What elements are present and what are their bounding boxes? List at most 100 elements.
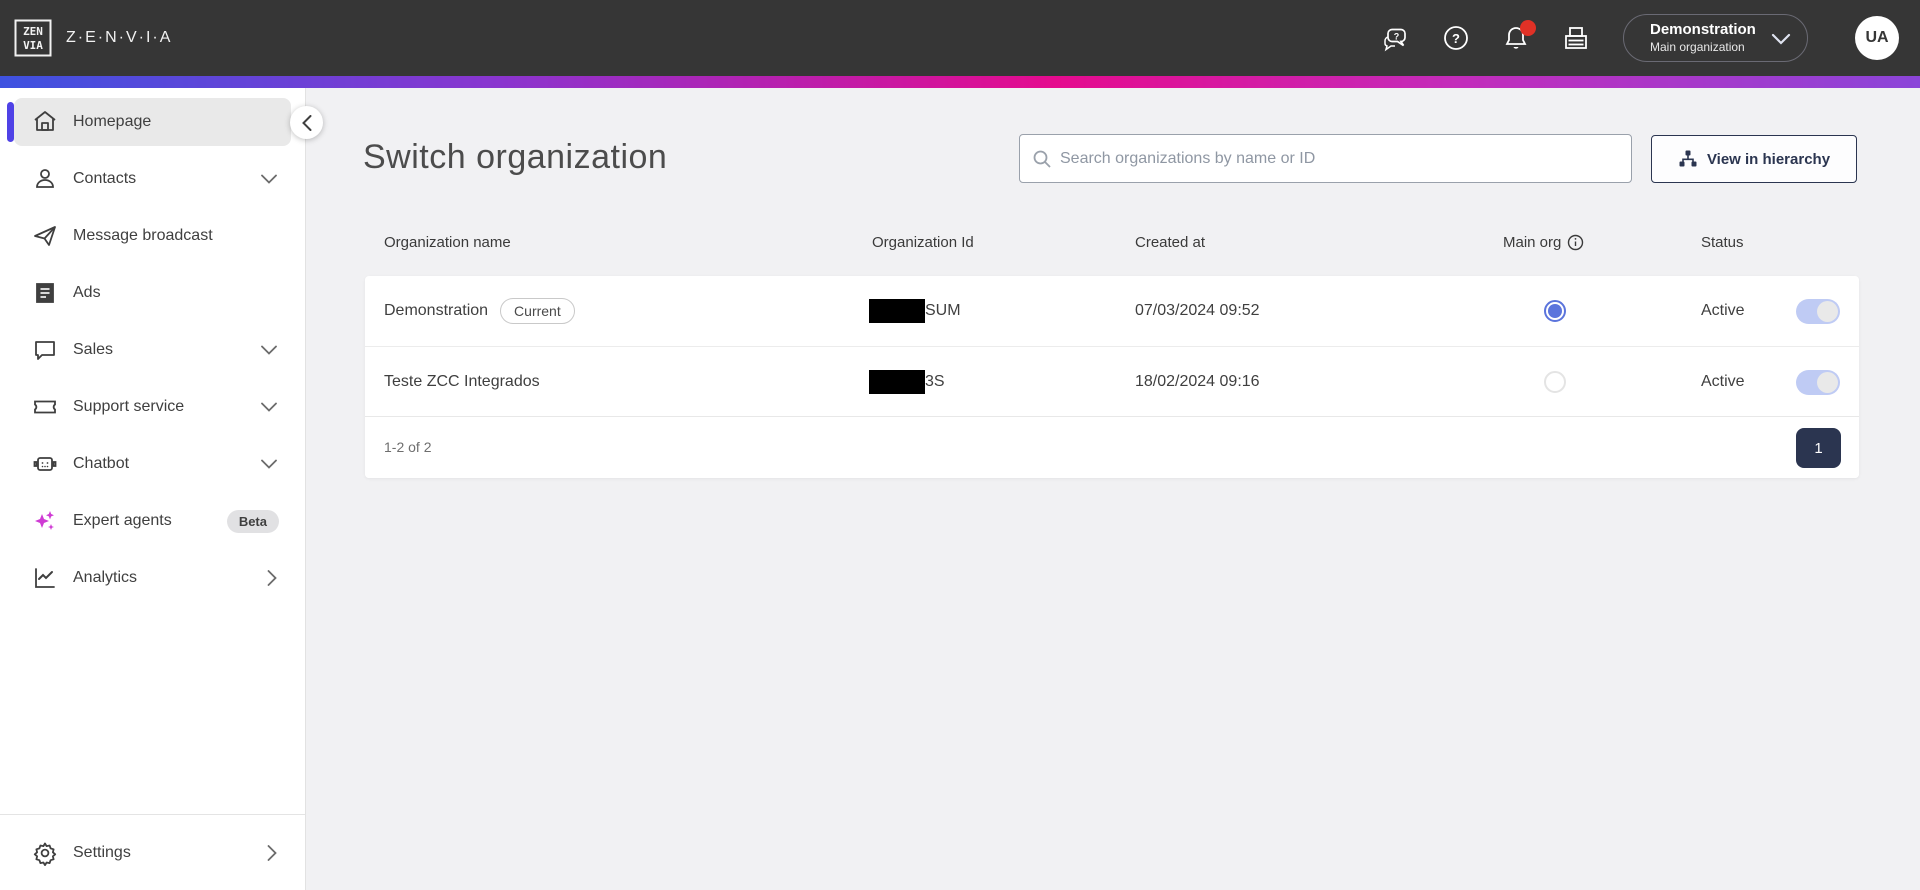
notification-badge-dot [1520,20,1536,36]
gear-icon [32,840,58,866]
org-name: Teste ZCC Integrados [384,373,540,390]
org-switcher-subtitle: Main organization [1650,39,1745,54]
sidebar: Homepage Contacts Message broadcast Ads … [0,88,306,890]
sidebar-item-message-broadcast[interactable]: Message broadcast [14,212,291,260]
organizations-table: Demonstration Current SUM 07/03/2024 09:… [365,276,1859,478]
line-chart-icon [32,565,58,591]
sidebar-item-expert-agents[interactable]: Expert agents Beta [14,497,291,545]
chat-support-icon[interactable]: ? [1382,24,1410,52]
organization-search [1019,134,1632,183]
column-header-main-org: Main org [1503,234,1584,251]
chevron-down-icon [261,174,277,184]
pagination-range-label: 1-2 of 2 [384,439,432,455]
sidebar-item-label: Chatbot [73,455,130,472]
ticket-icon [32,394,58,420]
sidebar-item-contacts[interactable]: Contacts [14,155,291,203]
sidebar-item-analytics[interactable]: Analytics [14,554,291,602]
created-at-cell: 07/03/2024 09:52 [1135,302,1260,319]
column-header-status: Status [1701,234,1744,251]
info-icon[interactable] [1567,234,1584,251]
chevron-down-icon [261,459,277,469]
chevron-down-icon [1771,32,1791,51]
chevron-down-icon [261,345,277,355]
main-org-cell [1525,276,1585,346]
svg-text:?: ? [1394,32,1400,42]
view-in-hierarchy-button[interactable]: View in hierarchy [1651,135,1857,183]
sidebar-item-label: Sales [73,341,114,358]
column-header-organization-id: Organization Id [872,234,974,251]
news-icon [32,280,58,306]
top-bar: ZEN VIA Z·E·N·V·I·A ? ? Demonstration Ma… [0,0,1920,76]
robot-icon [32,451,58,477]
sidebar-item-chatbot[interactable]: Chatbot [14,440,291,488]
main-org-radio-selected[interactable] [1544,300,1566,322]
send-icon [32,223,58,249]
org-switcher-name: Demonstration [1650,21,1756,39]
person-icon [32,166,58,192]
status-toggle-cell [1796,347,1840,417]
column-header-created-at: Created at [1135,234,1206,251]
svg-text:?: ? [1452,31,1460,46]
org-switcher-dropdown[interactable]: Demonstration Main organization [1623,14,1808,62]
brand-logo[interactable]: ZEN VIA Z·E·N·V·I·A [0,19,172,57]
main-org-header-label: Main org [1503,234,1562,251]
chevron-right-icon [267,844,277,861]
redacted-org-id [869,299,925,323]
table-row[interactable]: Demonstration Current SUM 07/03/2024 09:… [365,276,1859,346]
topbar-icons: ? ? [1382,0,1590,76]
active-indicator [7,102,14,142]
main-org-cell [1525,347,1585,417]
search-input[interactable] [1052,135,1631,182]
pagination-bar: 1-2 of 2 1 [365,416,1859,478]
table-row[interactable]: Teste ZCC Integrados 3S 18/02/2024 09:16… [365,346,1859,416]
sidebar-item-ads[interactable]: Ads [14,269,291,317]
created-at-cell: 18/02/2024 09:16 [1135,373,1260,390]
sparkles-icon [32,508,58,534]
store-icon[interactable] [1562,24,1590,52]
help-icon[interactable]: ? [1442,24,1470,52]
org-name: Demonstration [384,302,489,319]
status-toggle-cell [1796,276,1840,346]
toggle-knob [1817,371,1838,393]
sidebar-item-homepage[interactable]: Homepage [7,98,291,146]
status-cell: Active [1701,302,1745,319]
notifications-bell-icon[interactable] [1502,20,1536,52]
svg-text:ZEN: ZEN [23,25,43,38]
brand-name: Z·E·N·V·I·A [66,29,173,46]
sidebar-collapse-button[interactable] [290,106,323,139]
status-toggle[interactable] [1796,369,1840,395]
org-name-cell: Teste ZCC Integrados [384,347,540,417]
org-id-cell: 3S [869,347,945,417]
brand-gradient-bar [0,76,1920,88]
search-icon [1033,150,1051,168]
home-icon [32,109,58,135]
sidebar-item-label: Ads [73,284,101,301]
chevron-right-icon [267,570,277,586]
sidebar-item-support-service[interactable]: Support service [14,383,291,431]
view-in-hierarchy-label: View in hierarchy [1706,150,1831,168]
status-toggle[interactable] [1796,298,1840,324]
sidebar-footer: Settings [0,814,305,890]
column-header-organization-name: Organization name [384,234,511,251]
sidebar-item-settings[interactable]: Settings [14,829,291,877]
status-cell: Active [1701,373,1745,390]
chat-bubble-icon [32,337,58,363]
main-org-radio-unselected[interactable] [1544,371,1566,393]
hierarchy-icon [1679,150,1697,167]
org-name-cell: Demonstration Current [384,276,575,346]
toggle-knob [1817,300,1838,322]
sidebar-item-label: Support service [73,398,185,415]
org-id-suffix: SUM [925,302,961,319]
sidebar-item-sales[interactable]: Sales [14,326,291,374]
org-id-cell: SUM [869,276,961,346]
svg-text:VIA: VIA [23,39,43,52]
sidebar-item-label: Message broadcast [73,227,213,244]
beta-badge: Beta [226,509,279,533]
redacted-org-id [869,370,925,394]
user-avatar[interactable]: UA [1855,16,1899,60]
sidebar-item-label: Contacts [73,170,137,187]
sidebar-item-label: Analytics [73,569,138,586]
sidebar-item-label: Settings [73,843,131,861]
page-1-button[interactable]: 1 [1796,428,1841,468]
chevron-down-icon [261,402,277,412]
